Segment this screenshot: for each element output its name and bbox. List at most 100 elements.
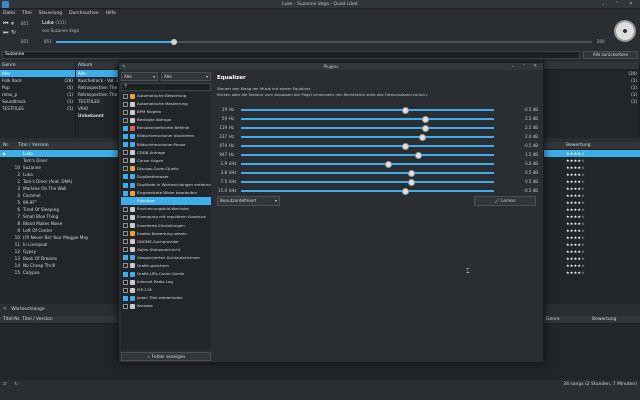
plugin-item[interactable]: Exakte Bewertung setzen [121,230,211,238]
plugin-enable-checkbox[interactable] [123,303,128,309]
column-num[interactable]: Nr. [3,142,9,150]
window-controls[interactable]: ⌄ ⌃ ✕ [601,0,637,9]
plugin-enable-checkbox[interactable] [123,206,128,212]
album-item[interactable]: TESTFILES [76,98,119,105]
plugin-enable-checkbox[interactable] [123,166,128,172]
plugin-enable-checkbox[interactable] [123,101,128,107]
album-item[interactable]: Retrospective: The B [76,91,119,98]
track-rating[interactable]: ★★★★☆ [566,220,585,227]
right-header[interactable] [544,62,639,70]
track-rating[interactable]: ★★★★☆ [566,213,585,220]
plugin-item[interactable]: Bedingte Abfrage [121,116,211,124]
plugin-filter-status[interactable]: Alle ▾ [161,72,211,81]
plugin-item[interactable]: Eingebettete Bilder bearbeiten [121,189,211,197]
eq-band-handle[interactable] [415,151,423,159]
previous-icon[interactable]: ⏮ [3,20,8,28]
track-rating[interactable]: ★★★★☆ [566,150,585,157]
plugin-item[interactable]: Internet Radio Log [121,278,211,286]
menu-hilfe[interactable]: Hilfe [106,9,116,18]
plugin-item[interactable]: ISP-118 [121,286,211,294]
queue-col-rating[interactable]: Bewertung [592,316,616,324]
plugin-item[interactable]: Grafik speichern [121,262,211,270]
genre-item[interactable]: Folk Rock (28) [0,77,75,84]
show-errors-button[interactable]: ⚠ Fehler anzeigen [121,352,211,361]
track-rating[interactable]: ★★★★☆ [566,192,585,199]
track-rating[interactable]: ★★★★☆ [566,262,585,269]
plugin-enable-checkbox[interactable] [123,231,128,237]
eq-band-slider[interactable] [241,127,494,129]
plugin-item[interactable]: Duplikatbrowser [121,173,211,181]
plugin-filter-type[interactable]: Alle ▾ [121,72,158,81]
plugin-enable-checkbox[interactable] [123,239,128,245]
plugin-item[interactable]: Gespeicherten Suchaufzeichnen [121,254,211,262]
album-item[interactable]: Alle [76,70,119,77]
track-rating[interactable]: ★★★★☆ [566,199,585,206]
eq-band-handle[interactable] [422,124,430,132]
plugin-item[interactable]: Automatische Maskierung [121,100,211,108]
seek-handle[interactable] [170,39,177,45]
plugin-enable-checkbox[interactable] [123,182,128,188]
eq-band-handle[interactable] [401,142,409,150]
plugin-item[interactable]: Duplikate in Warteschlangen entfernen [121,181,211,189]
genre-item[interactable]: Alle [0,70,75,77]
repeat-icon[interactable]: ↻ [11,29,16,36]
track-rating[interactable]: ★★★★☆ [566,269,585,276]
plugin-item[interactable]: Grafik-URL-Cover-Quelle [121,270,211,278]
plugin-item[interactable]: Erzeugung mit regulärem Ausdruck [121,213,211,221]
album-item[interactable]: Kuschelrock - Vol. 23 [76,77,119,84]
plugin-enable-checkbox[interactable] [123,133,128,139]
plugin-enable-checkbox[interactable] [123,158,128,164]
menu-titel[interactable]: Titel [22,9,32,18]
eq-band-slider[interactable] [241,181,494,183]
eq-band-handle[interactable] [401,106,409,114]
album-cover[interactable] [614,20,636,42]
column-title[interactable]: Titel / Version [18,142,49,150]
plugin-item[interactable]: Bildschirmschoner blockieren [121,132,211,140]
plugin-enable-checkbox[interactable] [123,125,128,131]
track-rating[interactable]: ★★★★☆ [566,185,585,192]
right-item[interactable]: (1) [544,98,639,105]
queue-col-num[interactable]: Titel-Nr. [3,316,21,324]
right-item[interactable]: (1) [544,77,639,84]
plugin-enable-checkbox[interactable] [123,255,128,261]
track-rating[interactable]: ★★★★☆ [566,164,585,171]
plugin-item[interactable]: Jeden Titel wiederholen [121,294,211,302]
genre-item[interactable]: relax_p (1) [0,91,75,98]
plugin-enable-checkbox[interactable] [123,117,128,123]
track-rating[interactable]: ★★★★☆ [566,157,585,164]
album-item[interactable]: Retrospective: The B [76,84,119,91]
eq-band-handle[interactable] [408,169,416,177]
track-rating[interactable]: ★★★★☆ [566,171,585,178]
seek-slider[interactable] [56,39,592,45]
album-item[interactable]: Unbekannt [76,112,119,119]
next-icon[interactable]: ⏭ [3,29,8,37]
plugin-item[interactable]: Erscheinungsbild-Wechsler [121,205,211,213]
column-rating[interactable]: Bewertung [566,142,590,150]
eq-band-slider[interactable] [241,109,494,111]
plugin-enable-checkbox[interactable] [123,263,128,269]
plugin-enable-checkbox[interactable] [123,109,128,115]
plugin-item[interactable]: Benutzerdefinierte Befehle [121,124,211,132]
album-item[interactable]: VAIO [76,105,119,112]
plugin-enable-checkbox[interactable] [123,174,128,180]
eq-band-slider[interactable] [241,136,494,138]
genre-item[interactable]: Pop (5) [0,84,75,91]
menu-durchsuchen[interactable]: Durchsuchen [69,9,99,18]
right-item[interactable]: (1) [544,84,639,91]
plugin-search-input[interactable]: ⚲ [121,83,211,91]
status-icons[interactable]: ⇄ ↻ [3,380,21,390]
plugin-enable-checkbox[interactable] [123,214,128,220]
plugin-item[interactable]: Karaoke [121,302,211,310]
eq-band-slider[interactable] [241,172,494,174]
eq-band-handle[interactable] [401,187,409,195]
eq-band-handle[interactable] [422,115,430,123]
plugin-item[interactable]: Cursor folgen [121,157,211,165]
search-input[interactable]: Suzanne [2,51,580,59]
preset-select[interactable]: Benutzerdefiniert ▾ [217,196,280,206]
track-rating[interactable]: ★★★★☆ [566,227,585,234]
learn-button[interactable]: 🖌 Lernen [474,196,536,206]
plugin-enable-checkbox[interactable] [123,150,128,156]
right-item[interactable]: (1) [544,91,639,98]
right-item[interactable]: (30) [544,70,639,77]
plugin-enable-checkbox[interactable] [123,287,128,293]
